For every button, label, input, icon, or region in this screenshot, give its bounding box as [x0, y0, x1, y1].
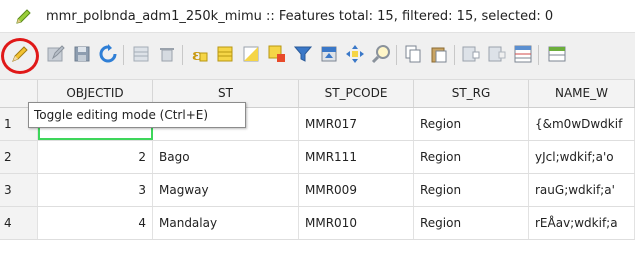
edit-layer-icon: [14, 6, 34, 26]
tooltip: Toggle editing mode (Ctrl+E): [28, 102, 246, 128]
cell-st-rg[interactable]: Region: [414, 108, 529, 140]
pan-to-selection-button[interactable]: [344, 43, 366, 65]
row-number[interactable]: 4: [0, 207, 38, 239]
refresh-icon: [98, 44, 118, 64]
row-number[interactable]: 3: [0, 174, 38, 206]
add-feature-icon: [131, 44, 151, 64]
cell-name-w[interactable]: rauG;wdkif;a': [529, 174, 635, 206]
delete-field-icon: [487, 44, 507, 64]
table-row[interactable]: 3 3 Magway MMR009 Region rauG;wdkif;a': [0, 174, 635, 207]
invert-selection-button[interactable]: [240, 43, 262, 65]
cell-name-w[interactable]: rEÅav;wdkif;a: [529, 207, 635, 239]
highlight-circle: [1, 38, 39, 74]
deselect-all-icon: [267, 44, 287, 64]
cell-st-pcode[interactable]: MMR010: [299, 207, 414, 239]
table-icon: [547, 44, 567, 64]
cell-st-rg[interactable]: Region: [414, 141, 529, 173]
toolbar-separator: [123, 45, 124, 65]
delete-selected-button[interactable]: [156, 43, 178, 65]
cell-name-w[interactable]: yJcl;wdkif;a'o: [529, 141, 635, 173]
move-selection-top-button[interactable]: [318, 43, 340, 65]
pan-icon: [345, 44, 365, 64]
toolbar-separator: [396, 45, 397, 65]
select-by-expression-button[interactable]: ε: [188, 43, 210, 65]
attribute-toolbar: ε: [0, 33, 635, 80]
expression-select-icon: ε: [189, 44, 209, 64]
reload-button[interactable]: [97, 43, 119, 65]
conditional-formatting-button[interactable]: [546, 43, 568, 65]
trash-icon: [157, 44, 177, 64]
cell-name-w[interactable]: {&m0wDwdkif: [529, 108, 635, 140]
column-header-st-pcode[interactable]: ST_PCODE: [299, 80, 414, 107]
delete-field-button[interactable]: [486, 43, 508, 65]
cell-st[interactable]: Magway: [153, 174, 299, 206]
cell-st-pcode[interactable]: MMR111: [299, 141, 414, 173]
row-number[interactable]: 2: [0, 141, 38, 173]
column-header-st-rg[interactable]: ST_RG: [414, 80, 529, 107]
cell-st-rg[interactable]: Region: [414, 174, 529, 206]
table-row[interactable]: 4 4 Mandalay MMR010 Region rEÅav;wdkif;a: [0, 207, 635, 240]
field-calculator-button[interactable]: [512, 43, 534, 65]
cell-objectid[interactable]: 2: [38, 141, 153, 173]
zoom-icon: [371, 44, 391, 64]
save-edits-button[interactable]: [71, 43, 93, 65]
save-icon: [72, 44, 92, 64]
new-field-icon: [461, 44, 481, 64]
cell-objectid[interactable]: 3: [38, 174, 153, 206]
cell-st-pcode[interactable]: MMR017: [299, 108, 414, 140]
paste-icon: [429, 44, 449, 64]
column-header-name-w[interactable]: NAME_W: [529, 80, 635, 107]
multi-edit-icon: [46, 44, 66, 64]
copy-icon: [403, 44, 423, 64]
toolbar-separator: [182, 45, 183, 65]
copy-rows-button[interactable]: [402, 43, 424, 65]
window-title: mmr_polbnda_adm1_250k_mimu :: Features t…: [46, 8, 554, 24]
table-row[interactable]: 2 2 Bago MMR111 Region yJcl;wdkif;a'o: [0, 141, 635, 174]
select-all-icon: [215, 44, 235, 64]
cell-st[interactable]: Mandalay: [153, 207, 299, 239]
toolbar-separator: [454, 45, 455, 65]
zoom-to-selection-button[interactable]: [370, 43, 392, 65]
move-top-icon: [319, 44, 339, 64]
cell-objectid[interactable]: 4: [38, 207, 153, 239]
select-all-button[interactable]: [214, 43, 236, 65]
cell-st-rg[interactable]: Region: [414, 207, 529, 239]
filter-icon: [293, 44, 313, 64]
toggle-multi-edit-button[interactable]: [45, 43, 67, 65]
add-feature-button[interactable]: [130, 43, 152, 65]
cell-st[interactable]: Bago: [153, 141, 299, 173]
title-bar: mmr_polbnda_adm1_250k_mimu :: Features t…: [0, 0, 635, 33]
field-calculator-icon: [513, 44, 533, 64]
attribute-table-window: mmr_polbnda_adm1_250k_mimu :: Features t…: [0, 0, 635, 253]
invert-selection-icon: [241, 44, 261, 64]
cell-st-pcode[interactable]: MMR009: [299, 174, 414, 206]
deselect-all-button[interactable]: [266, 43, 288, 65]
toolbar-separator: [538, 45, 539, 65]
filter-select-button[interactable]: [292, 43, 314, 65]
paste-features-button[interactable]: [428, 43, 450, 65]
new-field-button[interactable]: [460, 43, 482, 65]
